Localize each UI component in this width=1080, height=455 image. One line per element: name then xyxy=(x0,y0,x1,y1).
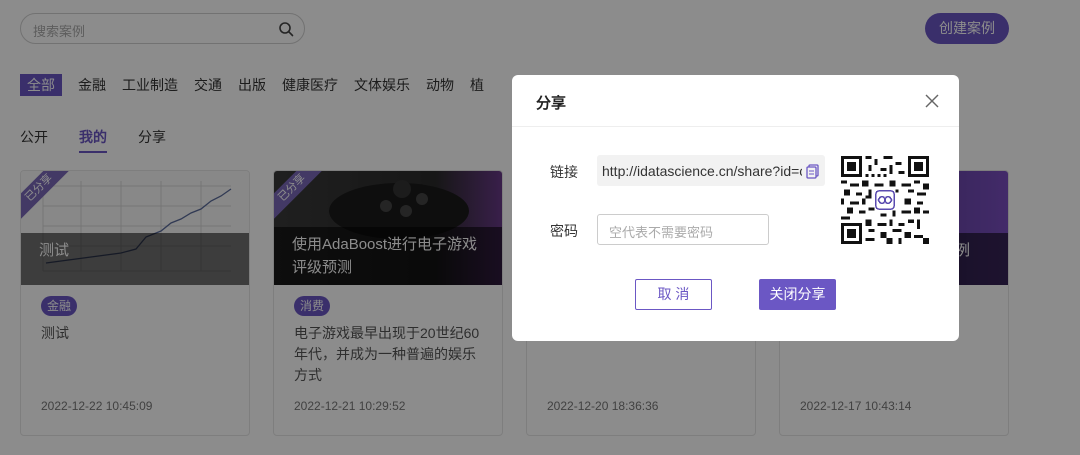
share-link-field[interactable]: http://idatascience.cn/share?id=c xyxy=(597,155,825,186)
share-link-text: http://idatascience.cn/share?id=c xyxy=(602,163,802,179)
link-label: 链接 xyxy=(550,164,578,180)
dialog-title: 分享 xyxy=(536,95,567,112)
dialog-header: 分享 xyxy=(512,75,959,127)
password-placeholder: 空代表不需要密码 xyxy=(609,225,714,240)
password-input[interactable]: 空代表不需要密码 xyxy=(597,214,769,245)
close-icon[interactable] xyxy=(925,94,939,108)
page: 搜索案例 创建案例 全部 金融 工业制造 交通 出版 健康医疗 文体娱乐 动物 … xyxy=(0,0,1080,455)
copy-icon[interactable] xyxy=(805,163,821,179)
cancel-button[interactable]: 取 消 xyxy=(635,279,712,310)
password-label: 密码 xyxy=(550,223,578,239)
close-share-button[interactable]: 关闭分享 xyxy=(759,279,836,310)
share-dialog: 分享 链接 http://idatascience.cn/share?id=c … xyxy=(512,75,959,341)
qr-code-image xyxy=(841,156,929,244)
